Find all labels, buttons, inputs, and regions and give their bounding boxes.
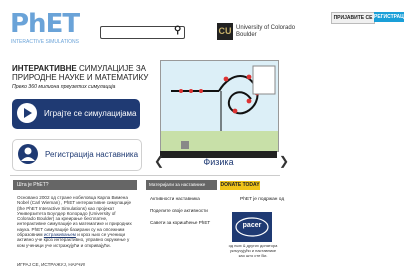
search-input[interactable] (100, 26, 185, 39)
teacher-registration-button[interactable]: Регистрација наставника (12, 139, 142, 171)
logo-subtitle: INTERACTIVE SIMULATIONS (11, 39, 79, 45)
logo-wordmark: PhET (10, 9, 80, 39)
about-text: Основано 2002 од стране нобеловца Карла … (17, 195, 133, 248)
hero-subtitle: Преко 360 милиона преузетих симулација (12, 84, 116, 90)
hero-title-bold: ИНТЕРАКТИВНЕ (12, 64, 77, 73)
usage-tips-link[interactable]: Савети за коришћење PhET (150, 220, 218, 226)
play-label: Играјте се симулацијама (44, 109, 137, 118)
about-text-part1: Основано 2002 од стране нобеловца Карла … (17, 195, 132, 238)
play-simulations-button[interactable]: Играјте се симулацијама (12, 99, 140, 129)
simulation-category-title[interactable]: Физика (160, 157, 277, 167)
signin-button[interactable]: ПРИЈАВИТЕ СЕ (331, 12, 375, 24)
research-link[interactable]: истраживањем (44, 232, 76, 237)
hero-title: ИНТЕРАКТИВНЕ СИМУЛАЦИЈЕ ЗА ПРИРОДНЕ НАУК… (12, 64, 157, 82)
teacher-activities-link[interactable]: Активности наставника (150, 196, 220, 202)
university-logo-icon[interactable]: CU (217, 23, 233, 40)
supported-by-label: PhET је подржан од (240, 197, 285, 202)
teacher-resources-heading: Материјали за наставнике (146, 180, 217, 190)
search-icon[interactable]: ⚲ (174, 25, 181, 36)
share-activities-link[interactable]: Поделите своје активности (150, 208, 220, 214)
about-heading: Шта је PhET? (13, 180, 137, 190)
footer-slogan: ИГРАЈ СЕ, ИСТРАЖУЈ, НАУЧИ! (17, 262, 86, 267)
chevron-right-icon[interactable]: ❯ (279, 154, 289, 168)
sponsor-logo[interactable]: pacer (232, 212, 272, 242)
teacher-icon (18, 144, 38, 164)
sponsor-name: pacer (242, 222, 262, 229)
register-button[interactable]: РЕГИСТРАЦИЈА (374, 12, 404, 22)
phet-logo[interactable]: PhET INTERACTIVE SIMULATIONS (10, 10, 80, 48)
teacher-label: Регистрација наставника (45, 150, 139, 159)
section-divider (10, 175, 280, 176)
simulation-preview[interactable] (160, 60, 279, 152)
partner-name[interactable]: University of Colorado Boulder (236, 25, 296, 39)
donate-button[interactable]: DONATE TODAY (220, 181, 260, 190)
sponsor-caption: од њих & других донатора укључујући и на… (228, 243, 278, 258)
play-icon (17, 103, 37, 123)
